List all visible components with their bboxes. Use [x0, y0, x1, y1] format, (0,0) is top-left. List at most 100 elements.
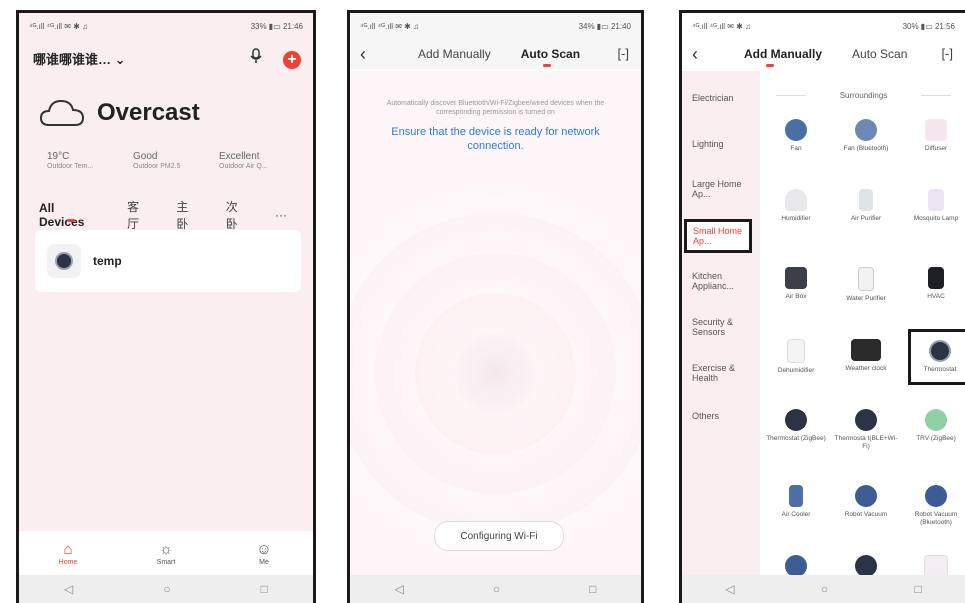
fan-icon — [785, 119, 807, 141]
stat-pm25: Good Outdoor PM2.5 — [133, 151, 219, 170]
air-box-icon — [785, 267, 807, 289]
stat-temperature: 19°C Outdoor Tem... — [47, 151, 133, 170]
back-arrow-icon[interactable]: ‹ — [692, 44, 716, 65]
add-mode-tabs: Add Manually Auto Scan — [418, 47, 610, 67]
phone-add-manually: ⁴ᴳ.ıll ⁴ᴳ.ıll ✉ ✱ ♫ 30% ▮▭ 21:56 ‹ Add M… — [679, 10, 965, 603]
device-card-temp[interactable]: temp — [35, 230, 301, 292]
device-label: Fan — [790, 145, 802, 152]
device-robot-vacuum[interactable]: Robot Vacuum — [834, 485, 898, 519]
weather-condition: Overcast — [97, 99, 200, 126]
qr-scan-icon[interactable]: [-] — [617, 46, 629, 61]
scan-header: ‹ Add Manually Auto Scan [-] — [350, 39, 641, 69]
tab-room-living[interactable]: 客厅 — [127, 198, 150, 232]
thermostat-icon — [855, 555, 877, 577]
thermostat-icon — [855, 409, 877, 431]
category-others[interactable]: Others — [682, 411, 760, 421]
status-bar: ⁴ᴳ.ıll ⁴ᴳ.ıll ✉ ✱ ♫ 33% ▮▭ 21:46 — [19, 13, 313, 39]
category-security[interactable]: Security & Sensors — [682, 317, 760, 337]
device-label: Thermosta t(BLE+Wi-Fi) — [834, 435, 898, 450]
ready-notice: Ensure that the device is ready for netw… — [391, 126, 600, 152]
system-nav-bar: ◁ ○ □ — [682, 575, 965, 603]
stat-label: Outdoor PM2.5 — [133, 163, 181, 170]
device-hvac[interactable]: HVAC — [904, 267, 965, 301]
sun-icon: ☼ — [159, 540, 173, 558]
qr-scan-icon[interactable]: [-] — [941, 46, 953, 61]
tab-room-master[interactable]: 主卧 — [176, 198, 199, 232]
category-small-home[interactable]: Small Home Ap... — [684, 219, 752, 253]
cloud-icon — [39, 99, 85, 126]
device-weather-clock[interactable]: Weather clock — [834, 339, 898, 373]
nav-home-icon[interactable]: ○ — [821, 582, 828, 596]
device-air-cooler[interactable]: Air Cooler — [764, 485, 828, 519]
signal-icons: ⁴ᴳ.ıll ⁴ᴳ.ıll ✉ ✱ ♫ — [692, 21, 752, 31]
tab-auto-scan[interactable]: Auto Scan — [852, 47, 907, 61]
device-grid: Surroundings Fan Fan (Bluetooth) Diffuse… — [762, 71, 965, 579]
diffuser-icon — [925, 119, 947, 141]
category-electrician[interactable]: Electrician — [682, 93, 760, 103]
trv-icon — [925, 409, 947, 431]
category-exercise[interactable]: Exercise & Health — [682, 363, 760, 383]
mosquito-lamp-icon — [928, 189, 944, 211]
nav-back-icon[interactable]: ◁ — [395, 582, 404, 596]
nav-back-icon[interactable]: ◁ — [725, 582, 734, 596]
device-label: Mosquito Lamp — [913, 215, 959, 222]
device-robot-vacuum-bluetooth[interactable]: Robot Vacuum (Bluetooth) — [904, 485, 965, 527]
battery-time: 33% ▮▭ 21:46 — [250, 21, 303, 31]
nav-recent-icon[interactable]: □ — [915, 582, 922, 596]
nav-home-icon[interactable]: ○ — [163, 582, 170, 596]
tab-smart[interactable]: ☼ Smart — [136, 541, 196, 566]
room-tabs: All Devices 客厅 主卧 次卧 ··· — [19, 170, 313, 232]
device-fan[interactable]: Fan — [764, 119, 828, 153]
device-humidifier[interactable]: Humidifier — [764, 189, 828, 223]
device-label: Diffuser — [924, 145, 948, 152]
tab-auto-scan[interactable]: Auto Scan — [521, 47, 580, 67]
category-large-home[interactable]: Large Home Ap... — [682, 179, 760, 199]
home-name-dropdown[interactable]: 哪谁哪谁谁… ⌄ — [33, 49, 126, 68]
tab-me[interactable]: ☺ Me — [234, 541, 294, 566]
device-fan-bluetooth[interactable]: Fan (Bluetooth) — [834, 119, 898, 153]
category-lighting[interactable]: Lighting — [682, 139, 760, 149]
bottom-tab-bar: ⌂ Home ☼ Smart ☺ Me — [19, 531, 313, 575]
nav-home-icon[interactable]: ○ — [493, 582, 500, 596]
device-label: Fan (Bluetooth) — [843, 145, 889, 152]
tab-room-second[interactable]: 次卧 — [226, 198, 249, 232]
device-label: HVAC — [927, 293, 945, 300]
weather-clock-icon — [851, 339, 881, 361]
device-water-purifier[interactable]: Water Purifier — [834, 267, 898, 303]
category-kitchen[interactable]: Kitchen Applianc... — [682, 271, 760, 291]
home-header: 哪谁哪谁谁… ⌄ + — [19, 39, 313, 73]
configuring-wifi-button[interactable]: Configuring Wi-Fi — [434, 521, 564, 551]
fan-icon — [855, 119, 877, 141]
device-label: Dehumidifier — [777, 367, 815, 374]
water-purifier-icon — [858, 267, 874, 291]
humidifier-icon — [785, 189, 807, 211]
device-trv-zigbee[interactable]: TRV (ZigBee) — [904, 409, 965, 443]
robot-vacuum-icon — [855, 485, 877, 507]
device-label: Water Purifier — [846, 295, 886, 302]
phone-auto-scan: ⁴ᴳ.ıll ⁴ᴳ.ıll ✉ ✱ ♫ 34% ▮▭ 21:40 ‹ Add M… — [347, 10, 644, 603]
tab-add-manually[interactable]: Add Manually — [744, 47, 822, 67]
device-mosquito-lamp[interactable]: Mosquito Lamp — [904, 189, 965, 223]
tab-label: Me — [259, 558, 269, 566]
device-air-purifier[interactable]: Air Purifier — [834, 189, 898, 223]
device-thermostat[interactable]: Thermostat — [908, 329, 965, 385]
device-thermostat-ble-wifi[interactable]: Thermosta t(BLE+Wi-Fi) — [834, 409, 898, 451]
tab-all-devices[interactable]: All Devices — [39, 201, 101, 229]
nav-recent-icon[interactable]: □ — [261, 582, 268, 596]
more-rooms-icon[interactable]: ··· — [275, 208, 287, 222]
back-arrow-icon[interactable]: ‹ — [360, 44, 384, 65]
device-diffuser[interactable]: Diffuser — [904, 119, 965, 153]
device-dehumidifier[interactable]: Dehumidifier — [764, 339, 828, 375]
device-label: Air Box — [785, 293, 807, 300]
device-thermostat-zigbee[interactable]: Thermostat (ZigBee) — [764, 409, 828, 443]
tab-home[interactable]: ⌂ Home — [38, 541, 98, 566]
nav-back-icon[interactable]: ◁ — [64, 582, 73, 596]
nav-recent-icon[interactable]: □ — [589, 582, 596, 596]
scan-area: Automatically discover Bluetooth/Wi-Fi/Z… — [350, 71, 641, 575]
tab-add-manually[interactable]: Add Manually — [418, 47, 491, 61]
microphone-icon[interactable] — [249, 47, 263, 64]
battery-time: 30% ▮▭ 21:56 — [902, 21, 955, 31]
add-device-icon[interactable]: + — [283, 50, 301, 69]
device-air-box[interactable]: Air Box — [764, 267, 828, 301]
user-icon: ☺ — [256, 540, 272, 558]
